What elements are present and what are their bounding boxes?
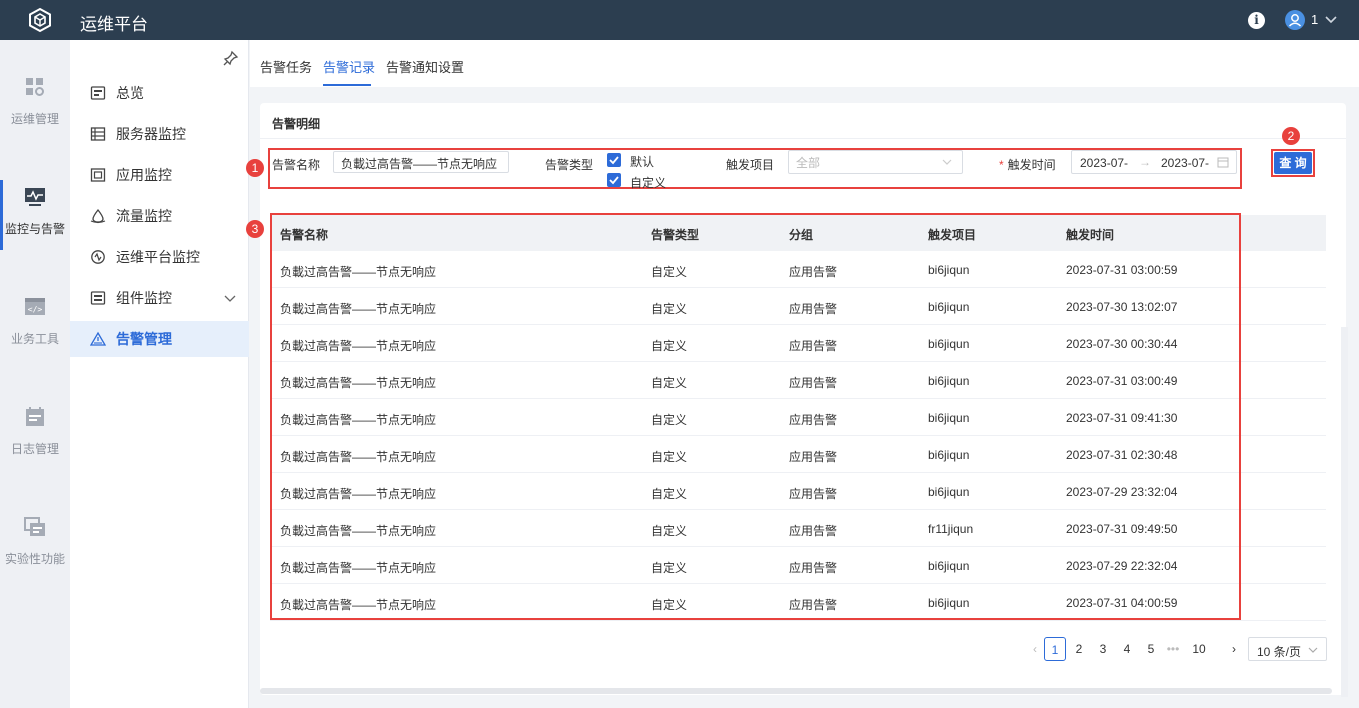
required-mark: * xyxy=(999,158,1004,172)
svg-text:</>: </> xyxy=(28,305,43,314)
menu-item-label: 告警管理 xyxy=(116,331,172,347)
menu-item-label: 应用监控 xyxy=(116,167,172,183)
card-title: 告警明细 xyxy=(272,117,321,131)
menu-item-label: 运维平台监控 xyxy=(116,249,200,265)
rail-item-label: 业务工具 xyxy=(10,332,59,346)
menu-item-server-monitoring[interactable]: 服务器监控 xyxy=(70,116,249,152)
menu-item-platform-monitoring[interactable]: 运维平台监控 xyxy=(70,239,249,275)
alert-detail-card: 告警明细 1 告警名称 负載过高告警——节点无响应 告警类型 默认 自定义 触发… xyxy=(246,103,1346,695)
alert-icon xyxy=(90,331,106,346)
info-icon[interactable]: i xyxy=(1248,12,1265,29)
pagination-page[interactable]: 10 xyxy=(1188,637,1210,661)
check-icon xyxy=(609,156,619,165)
query-button[interactable]: 查 询 xyxy=(1274,152,1312,174)
active-tab-indicator xyxy=(323,84,371,86)
checkbox-custom-label: 自定义 xyxy=(630,176,667,190)
overview-icon xyxy=(90,86,106,100)
app-title: 运维平台 xyxy=(80,15,148,34)
pagination-page[interactable]: 2 xyxy=(1068,637,1090,661)
checkbox-custom[interactable] xyxy=(607,173,621,187)
rail-item-log-management[interactable]: 日志管理 xyxy=(0,406,70,476)
tab-alert-notification-settings[interactable]: 告警通知设置 xyxy=(386,57,464,76)
checkbox-default[interactable] xyxy=(607,153,621,167)
page-size-select[interactable]: 10 条/页 xyxy=(1248,637,1327,661)
chevron-down-icon xyxy=(1308,647,1318,653)
top-bar: 运维平台 i 1 xyxy=(0,0,1359,40)
monitor-icon xyxy=(25,188,45,206)
logo-icon xyxy=(29,7,51,33)
menu-item-label: 组件监控 xyxy=(116,290,172,306)
alert-type-label: 告警类型 xyxy=(545,158,594,172)
calendar-icon xyxy=(1217,157,1229,168)
menu-item-component-monitoring[interactable]: 组件监控 xyxy=(70,280,249,316)
pagination-page[interactable]: 3 xyxy=(1092,637,1114,661)
chevron-down-icon xyxy=(942,159,952,165)
annotation-badge-3: 3 xyxy=(246,220,264,238)
horizontal-scrollbar[interactable] xyxy=(260,688,1332,694)
chevron-down-icon[interactable] xyxy=(223,291,237,305)
alert-name-label: 告警名称 xyxy=(272,158,321,172)
rail-item-label: 日志管理 xyxy=(10,442,59,456)
menu-item-alert-management[interactable]: 告警管理 xyxy=(70,321,249,357)
component-icon xyxy=(90,291,106,305)
vertical-scrollbar[interactable] xyxy=(1341,327,1348,697)
grid-settings-icon xyxy=(26,78,44,96)
tab-alert-records[interactable]: 告警记录 xyxy=(323,57,375,76)
menu-item-traffic-monitoring[interactable]: 流量监控 xyxy=(70,198,249,234)
annotation-box-table xyxy=(270,213,1241,620)
page-size-value: 10 条/页 xyxy=(1257,645,1302,659)
trigger-time-label: * 触发时间 xyxy=(999,156,1056,173)
calendar-log-icon xyxy=(26,407,44,426)
menu-item-label: 流量监控 xyxy=(116,208,172,224)
rail-item-label: 实验性功能 xyxy=(4,552,65,566)
user-name[interactable]: 1 xyxy=(1311,12,1318,27)
main-content: 告警任务 告警记录 告警通知设置 告警明细 1 告警名称 负載过高告警——节点无… xyxy=(246,40,1359,708)
menu-item-app-monitoring[interactable]: 应用监控 xyxy=(70,157,249,193)
divider xyxy=(260,138,1346,139)
trigger-time-label-text: 触发时间 xyxy=(1007,158,1056,172)
pagination-page[interactable]: 4 xyxy=(1116,637,1138,661)
pagination-page[interactable]: 5 xyxy=(1140,637,1162,661)
rail-item-business-tools[interactable]: </> 业务工具 xyxy=(0,296,70,366)
traffic-icon xyxy=(90,208,106,224)
annotation-badge-2: 2 xyxy=(1282,127,1300,145)
annotation-badge-1: 1 xyxy=(246,159,264,177)
range-arrow-icon: → xyxy=(1139,155,1151,169)
primary-nav-rail: 运维管理 监控与告警 </> 业务工具 日志管理 实验性功能 xyxy=(0,40,70,708)
alert-name-input[interactable]: 负載过高告警——节点无响应 xyxy=(333,151,509,173)
app-icon xyxy=(90,168,106,182)
tab-bar: 告警任务 告警记录 告警通知设置 xyxy=(250,40,1359,87)
trigger-project-label: 触发项目 xyxy=(726,158,775,172)
user-avatar-icon[interactable] xyxy=(1285,10,1305,30)
pagination-prev[interactable]: ‹ xyxy=(1024,637,1046,661)
code-window-icon: </> xyxy=(25,298,45,315)
rail-item-label: 运维管理 xyxy=(10,112,59,126)
pagination-ellipsis[interactable]: ••• xyxy=(1162,637,1184,661)
secondary-nav-menu: 总览 服务器监控 应用监控 流量监控 运维平台监控 组件监控 告警管理 xyxy=(70,40,249,708)
time-start-input[interactable]: 2023-07- xyxy=(1080,156,1128,170)
pin-icon[interactable] xyxy=(223,50,239,66)
menu-item-overview[interactable]: 总览 xyxy=(70,75,249,111)
stacked-window-icon xyxy=(24,517,45,536)
check-icon xyxy=(609,176,619,185)
chevron-down-icon[interactable] xyxy=(1324,12,1338,26)
rail-item-experimental[interactable]: 实验性功能 xyxy=(0,516,70,586)
rail-item-label: 监控与告警 xyxy=(4,222,65,236)
rail-item-monitoring[interactable]: 监控与告警 xyxy=(0,180,70,256)
server-icon xyxy=(90,127,106,141)
menu-item-label: 服务器监控 xyxy=(116,126,186,142)
trigger-time-range-picker[interactable]: 2023-07- → 2023-07- xyxy=(1071,150,1237,174)
trigger-project-select[interactable]: 全部 xyxy=(788,150,963,174)
rail-item-ops-management[interactable]: 运维管理 xyxy=(0,76,70,146)
pagination-page[interactable]: 1 xyxy=(1044,637,1066,661)
time-end-input[interactable]: 2023-07- xyxy=(1161,156,1209,170)
tab-alert-tasks[interactable]: 告警任务 xyxy=(260,57,312,76)
pagination-next[interactable]: › xyxy=(1223,637,1245,661)
menu-item-label: 总览 xyxy=(116,85,144,101)
checkbox-default-label: 默认 xyxy=(630,155,655,169)
platform-icon xyxy=(91,250,105,264)
trigger-project-placeholder: 全部 xyxy=(796,156,821,170)
